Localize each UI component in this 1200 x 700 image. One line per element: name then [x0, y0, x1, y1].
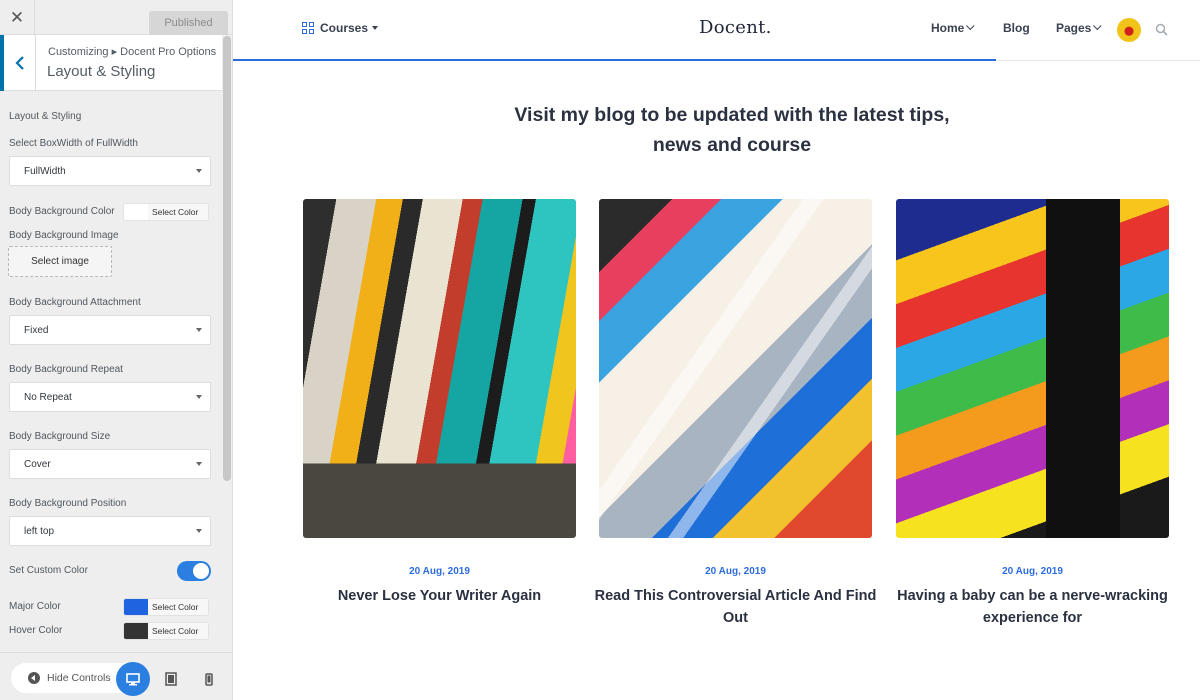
- bg-color-swatch: [124, 204, 148, 220]
- custom-color-toggle[interactable]: [177, 561, 211, 581]
- bg-color-label: Body Background Color: [9, 206, 115, 217]
- bg-size-label: Body Background Size: [9, 431, 111, 442]
- bg-position-select[interactable]: left top: [9, 516, 211, 546]
- tablet-icon: [165, 672, 177, 686]
- toggle-knob: [193, 563, 209, 579]
- bg-size-select[interactable]: Cover: [9, 449, 211, 479]
- chevron-down-icon: [196, 328, 202, 332]
- major-color-label: Major Color: [9, 601, 61, 612]
- post-card[interactable]: 20 Aug, 2019 Read This Controversial Art…: [595, 199, 876, 626]
- avatar[interactable]: [1117, 18, 1141, 42]
- nav-blog-label: Blog: [1003, 21, 1030, 35]
- courses-menu[interactable]: Courses: [302, 21, 379, 35]
- post-thumbnail[interactable]: [599, 199, 872, 538]
- post-title[interactable]: Never Lose Your Writer Again: [291, 585, 588, 607]
- bg-attachment-select[interactable]: Fixed: [9, 315, 211, 345]
- customizer-footer: Hide Controls: [0, 652, 232, 700]
- bg-size-value: Cover: [24, 458, 51, 470]
- blog-heading: Visit my blog to be updated with the lat…: [432, 100, 1032, 160]
- bg-attachment-value: Fixed: [24, 324, 49, 336]
- blog-heading-line-1: Visit my blog to be updated with the lat…: [514, 104, 950, 126]
- nav-blog[interactable]: Blog: [1003, 21, 1030, 35]
- blog-heading-line-2: news and course: [652, 134, 812, 156]
- search-icon[interactable]: [1155, 23, 1168, 36]
- grid-icon: [302, 22, 314, 34]
- chevron-down-icon: [196, 462, 202, 466]
- chevron-left-icon: [14, 56, 24, 70]
- site-header: Courses Docent. Home Blog Pages: [233, 0, 1200, 61]
- hover-color-label: Hover Color: [9, 625, 63, 636]
- group-title: Layout & Styling: [9, 111, 82, 122]
- box-width-select[interactable]: FullWidth: [9, 156, 211, 186]
- bg-position-label: Body Background Position: [9, 498, 127, 509]
- publish-button[interactable]: Published: [149, 11, 228, 35]
- bg-color-picker[interactable]: Select Color: [123, 203, 209, 221]
- collapse-icon: [28, 672, 40, 684]
- nav-home-label: Home: [931, 21, 965, 35]
- desktop-icon: [126, 672, 140, 685]
- bg-image-label: Body Background Image: [9, 230, 119, 241]
- post-title[interactable]: Read This Controversial Article And Find…: [587, 585, 884, 629]
- bg-attachment-label: Body Background Attachment: [9, 297, 141, 308]
- post-card[interactable]: 20 Aug, 2019 Having a baby can be a nerv…: [896, 199, 1169, 626]
- customizer-header: ✕ Published: [0, 0, 232, 35]
- nav-pages[interactable]: Pages: [1056, 21, 1102, 35]
- chevron-down-icon: [196, 529, 202, 533]
- box-width-value: FullWidth: [24, 165, 66, 177]
- hover-color-button: Select Color: [148, 623, 208, 639]
- bg-repeat-select[interactable]: No Repeat: [9, 382, 211, 412]
- scrollbar[interactable]: [223, 36, 231, 481]
- bg-repeat-value: No Repeat: [24, 391, 72, 403]
- preview-tablet-button[interactable]: [163, 670, 179, 688]
- caret-down-icon: [372, 26, 379, 30]
- chevron-down-icon: [196, 169, 202, 173]
- post-date: 20 Aug, 2019: [1002, 566, 1063, 577]
- preview-mobile-button[interactable]: [201, 670, 217, 688]
- post-title[interactable]: Having a baby can be a nerve-wracking ex…: [884, 585, 1181, 629]
- hover-color-swatch: [124, 623, 148, 639]
- major-color-picker[interactable]: Select Color: [123, 598, 209, 616]
- post-thumbnail[interactable]: [896, 199, 1169, 538]
- preview-desktop-button[interactable]: [116, 662, 150, 696]
- customizer-panel: ✕ Published Customizing ▸ Docent Pro Opt…: [0, 0, 233, 700]
- bg-position-value: left top: [24, 525, 55, 537]
- breadcrumb: Customizing ▸ Docent Pro Options: [48, 46, 217, 58]
- major-color-swatch: [124, 599, 148, 615]
- post-date: 20 Aug, 2019: [409, 566, 470, 577]
- close-customizer-button[interactable]: ✕: [0, 0, 35, 35]
- hide-controls-label: Hide Controls: [47, 672, 111, 684]
- nav-home[interactable]: Home: [931, 21, 975, 35]
- header-accent-line: [233, 59, 996, 61]
- custom-color-label: Set Custom Color: [9, 565, 88, 576]
- post-card[interactable]: 20 Aug, 2019 Never Lose Your Writer Agai…: [303, 199, 576, 604]
- chevron-down-icon: [966, 21, 975, 31]
- post-thumbnail[interactable]: [303, 199, 576, 538]
- hover-color-picker[interactable]: Select Color: [123, 622, 209, 640]
- section-header: Customizing ▸ Docent Pro Options Layout …: [0, 35, 222, 91]
- nav-pages-label: Pages: [1056, 21, 1092, 35]
- mobile-icon: [205, 672, 213, 686]
- section-title: Layout & Styling: [47, 63, 156, 80]
- site-logo[interactable]: Docent.: [699, 17, 772, 38]
- chevron-down-icon: [1093, 21, 1102, 31]
- bg-repeat-label: Body Background Repeat: [9, 364, 123, 375]
- major-color-button: Select Color: [148, 599, 208, 615]
- select-image-button[interactable]: Select image: [8, 246, 112, 277]
- close-icon: ✕: [9, 7, 25, 27]
- post-date: 20 Aug, 2019: [705, 566, 766, 577]
- bg-color-button: Select Color: [148, 204, 208, 220]
- courses-label: Courses: [320, 21, 369, 35]
- back-button[interactable]: [0, 35, 36, 91]
- box-width-label: Select BoxWidth of FullWidth: [9, 138, 138, 149]
- chevron-down-icon: [196, 395, 202, 399]
- site-preview: Courses Docent. Home Blog Pages Visit my…: [233, 0, 1200, 700]
